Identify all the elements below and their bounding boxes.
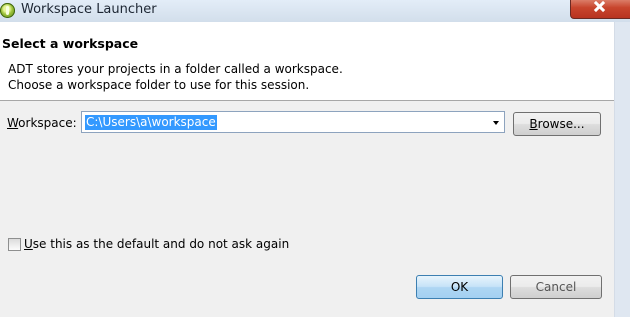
close-button[interactable]	[570, 0, 630, 19]
header-title: Select a workspace	[2, 36, 139, 51]
workspace-label: Workspace:	[7, 116, 77, 130]
cancel-button[interactable]: Cancel	[510, 275, 602, 299]
dialog-header: Select a workspace ADT stores your proje…	[0, 22, 614, 101]
default-checkbox[interactable]	[8, 238, 21, 251]
workspace-input-value[interactable]: C:\Users\a\workspace	[85, 115, 217, 130]
title-bar: Workspace Launcher	[0, 0, 630, 22]
default-checkbox-label[interactable]: Use this as the default and do not ask a…	[24, 237, 289, 251]
dialog-window: Select a workspace ADT stores your proje…	[0, 22, 615, 317]
window-title: Workspace Launcher	[21, 2, 157, 17]
ok-button[interactable]: OK	[416, 275, 503, 299]
header-description: ADT stores your projects in a folder cal…	[8, 61, 343, 93]
description-line-1: ADT stores your projects in a folder cal…	[8, 62, 343, 76]
browse-button[interactable]: Browse...	[513, 112, 601, 136]
adt-icon	[0, 3, 15, 18]
chevron-down-icon[interactable]	[493, 121, 499, 125]
workspace-combo[interactable]: C:\Users\a\workspace	[81, 111, 505, 133]
description-line-2: Choose a workspace folder to use for thi…	[8, 78, 310, 92]
